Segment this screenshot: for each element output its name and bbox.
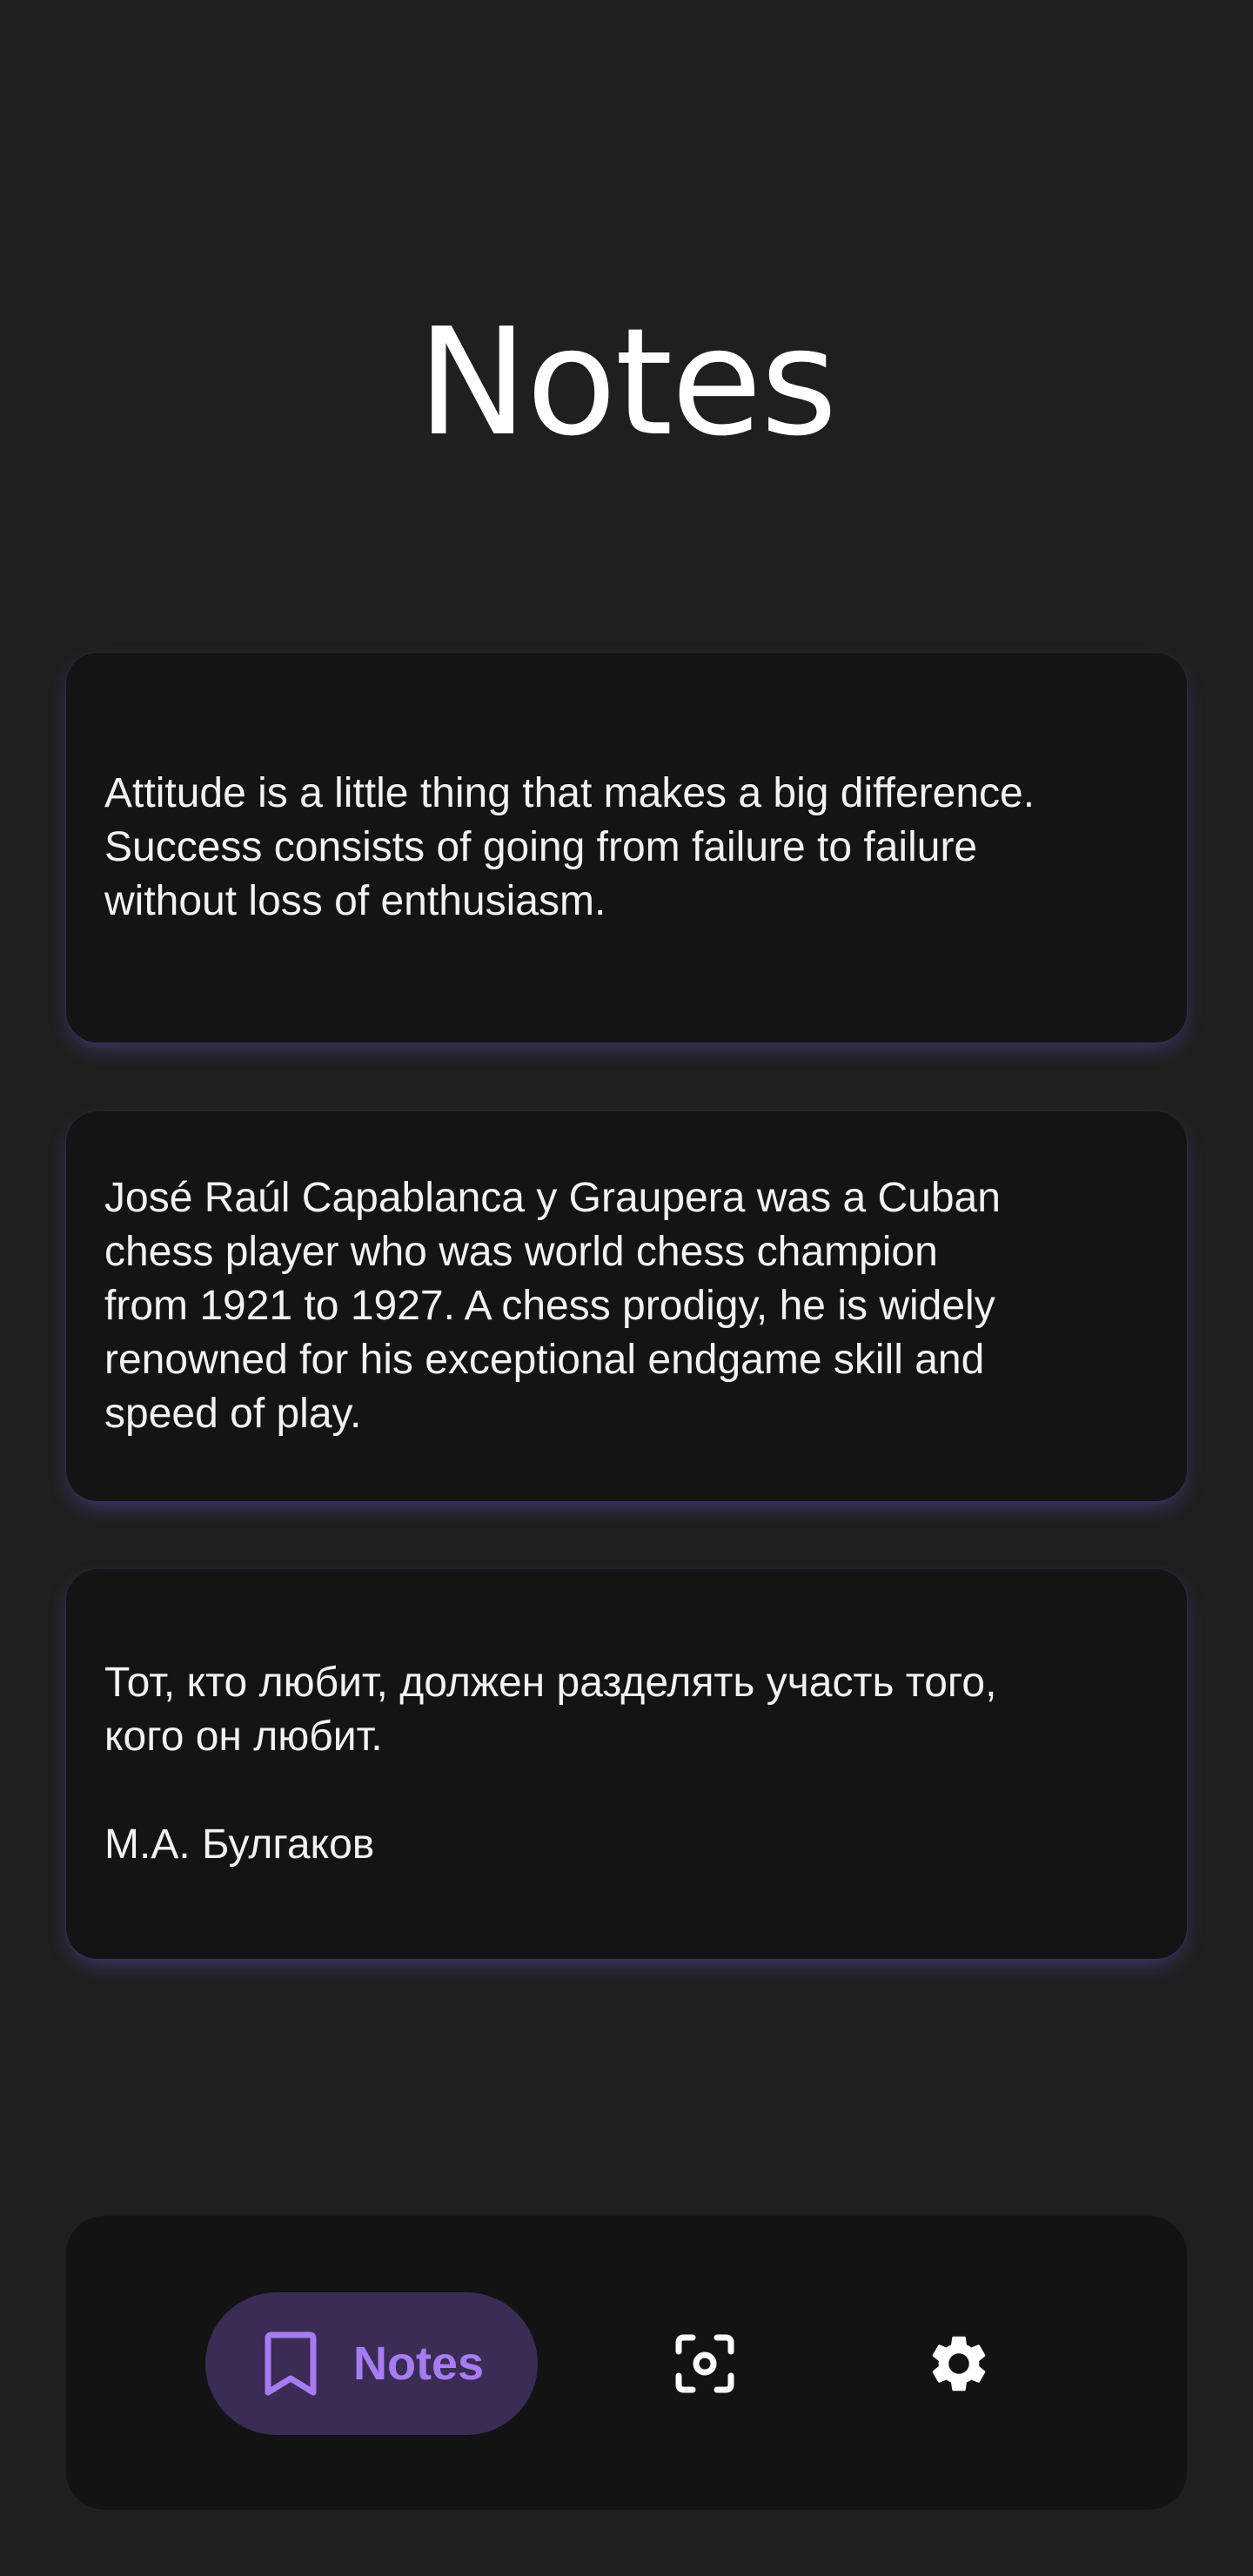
note-text: Тот, кто любит, должен разделять участь …: [104, 1660, 997, 1868]
nav-item-notes[interactable]: Notes: [205, 2292, 538, 2435]
nav-item-label: Notes: [353, 2338, 485, 2390]
nav-item-settings[interactable]: [915, 2320, 1002, 2407]
note-text: José Raúl Capablanca y Graupera was a Cu…: [104, 1175, 1001, 1437]
note-card[interactable]: Attitude is a little thing that makes a …: [66, 653, 1187, 1043]
bookmark-icon: [265, 2331, 317, 2396]
capture-icon: [673, 2332, 736, 2395]
page-title: Notes: [417, 297, 838, 469]
bottom-navigation-bar: Notes: [66, 2216, 1187, 2510]
gear-icon: [925, 2330, 993, 2398]
note-text: Attitude is a little thing that makes a …: [104, 770, 1035, 924]
nav-item-capture[interactable]: [661, 2320, 748, 2407]
note-card[interactable]: Тот, кто любит, должен разделять участь …: [66, 1569, 1187, 1959]
note-card[interactable]: José Raúl Capablanca y Graupera was a Cu…: [66, 1111, 1187, 1501]
